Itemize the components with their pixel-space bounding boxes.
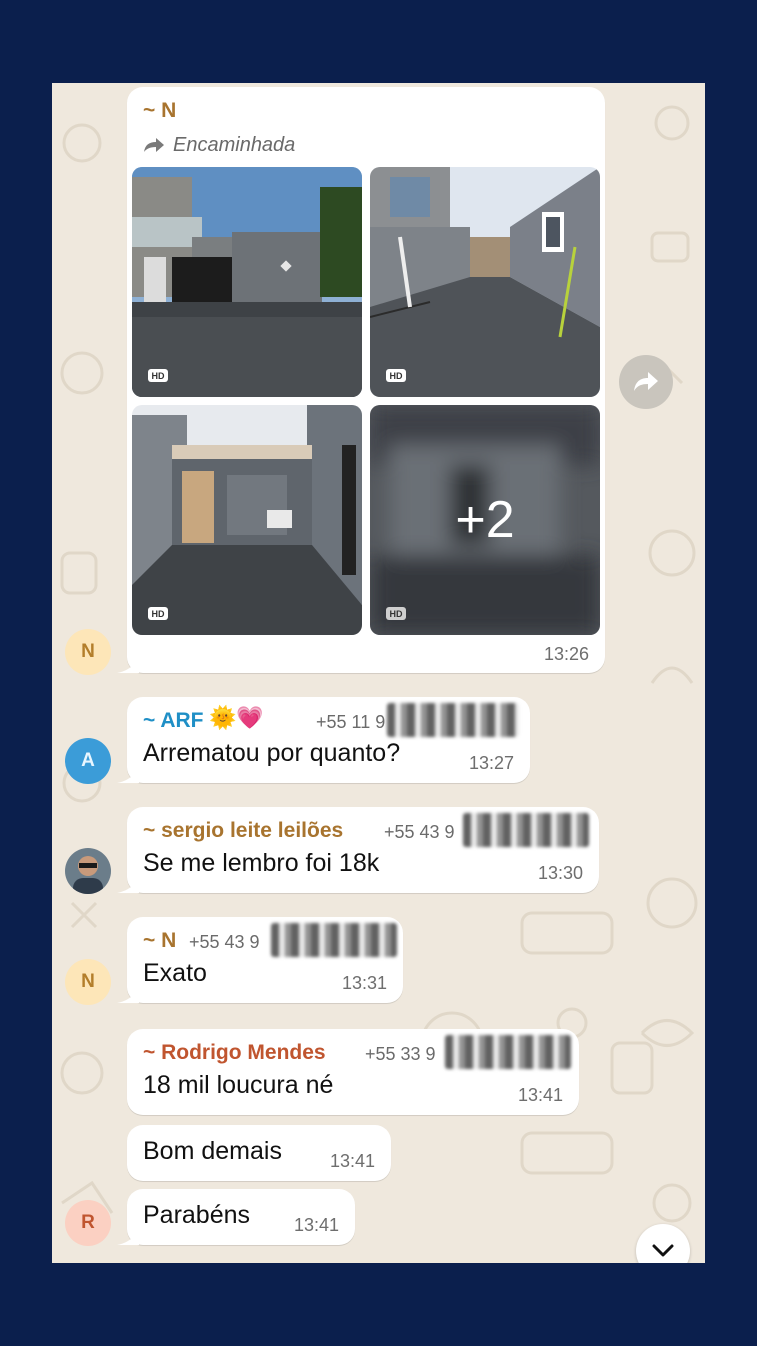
share-forward-icon: [634, 372, 658, 391]
courtyard-photo: [370, 167, 600, 397]
bubble-tail: [117, 765, 139, 783]
sender-emoji: 🌞💗: [209, 705, 264, 730]
message-text: Bom demais: [143, 1137, 282, 1165]
forward-button[interactable]: [619, 355, 673, 409]
message-bubble[interactable]: ~ Rodrigo Mendes +55 33 9 18 mil loucura…: [127, 1029, 579, 1115]
message-bubble[interactable]: ~ sergio leite leilões +55 43 9 Se me le…: [117, 807, 599, 893]
hd-badge-icon: HD: [148, 607, 168, 620]
more-photos-count: +2: [455, 491, 515, 549]
sender-phone: +55 43 9: [189, 932, 260, 952]
photo-thumbnail-2[interactable]: HD: [370, 167, 600, 397]
avatar-sergio[interactable]: [65, 848, 111, 894]
forwarded-label: Encaminhada: [143, 132, 295, 158]
sender-name[interactable]: ~ N: [143, 99, 176, 123]
forward-arrow-icon: [144, 138, 164, 152]
message-bubble[interactable]: Parabéns 13:41: [117, 1189, 355, 1245]
profile-photo: [65, 848, 111, 894]
message-bubble[interactable]: Bom demais 13:41: [127, 1125, 391, 1181]
message-text: Exato: [143, 959, 207, 987]
bubble-tail: [117, 655, 139, 673]
forwarded-text: Encaminhada: [173, 133, 296, 156]
sender-phone: +55 33 9: [365, 1044, 436, 1064]
redacted-phone: [271, 923, 397, 957]
avatar-a[interactable]: A: [65, 738, 111, 784]
avatar-n[interactable]: N: [65, 629, 111, 675]
redacted-phone: [387, 703, 519, 737]
laundry-area-photo: [132, 405, 362, 635]
sender-name[interactable]: ~ sergio leite leilões: [143, 819, 343, 843]
redacted-phone: [445, 1035, 571, 1069]
bubble-tail: [117, 1227, 139, 1245]
message-time: 13:41: [329, 1151, 375, 1171]
message-text: 18 mil loucura né: [143, 1071, 334, 1099]
sender-phone: +55 11 9: [316, 712, 386, 732]
hd-badge-icon: HD: [386, 369, 406, 382]
message-time: 13:26: [543, 644, 589, 664]
chevron-down-icon: [652, 1244, 674, 1257]
message-time: 13:41: [293, 1215, 339, 1235]
message-text: Arrematou por quanto?: [143, 739, 401, 767]
message-bubble[interactable]: ~ N +55 43 9 Exato 13:31: [117, 917, 403, 1003]
message-time: 13:31: [341, 973, 387, 993]
bubble-tail: [117, 875, 139, 893]
bubble-tail: [117, 985, 139, 1003]
avatar-n[interactable]: N: [65, 959, 111, 1005]
message-time: 13:30: [537, 863, 583, 883]
forwarded-media-message[interactable]: ~ N Encaminhada HD HD HD +2 HD 13:26: [117, 87, 605, 673]
photo-thumbnail-1[interactable]: HD: [132, 167, 362, 397]
message-bubble[interactable]: ~ ARF 🌞💗 +55 11 9 Arrematou por quanto? …: [117, 697, 530, 783]
message-text: Se me lembro foi 18k: [143, 849, 380, 877]
hd-badge-icon: HD: [148, 369, 168, 382]
message-time: 13:41: [517, 1085, 563, 1105]
photo-thumbnail-more[interactable]: +2 HD: [370, 405, 600, 635]
message-time: 13:27: [468, 753, 514, 773]
house-front-photo: [132, 167, 362, 397]
redacted-phone: [463, 813, 589, 847]
sender-name[interactable]: ~ Rodrigo Mendes: [143, 1041, 326, 1065]
photo-thumbnail-3[interactable]: HD: [132, 405, 362, 635]
sender-phone: +55 43 9: [384, 822, 455, 842]
sender-name[interactable]: ~ ARF: [143, 709, 203, 733]
chat-window: ~ N Encaminhada HD HD HD +2 HD 13:26 N ~…: [52, 83, 705, 1263]
sender-name[interactable]: ~ N: [143, 929, 176, 953]
avatar-r[interactable]: R: [65, 1200, 111, 1246]
hd-badge-icon: HD: [386, 607, 406, 620]
message-text: Parabéns: [143, 1201, 251, 1229]
